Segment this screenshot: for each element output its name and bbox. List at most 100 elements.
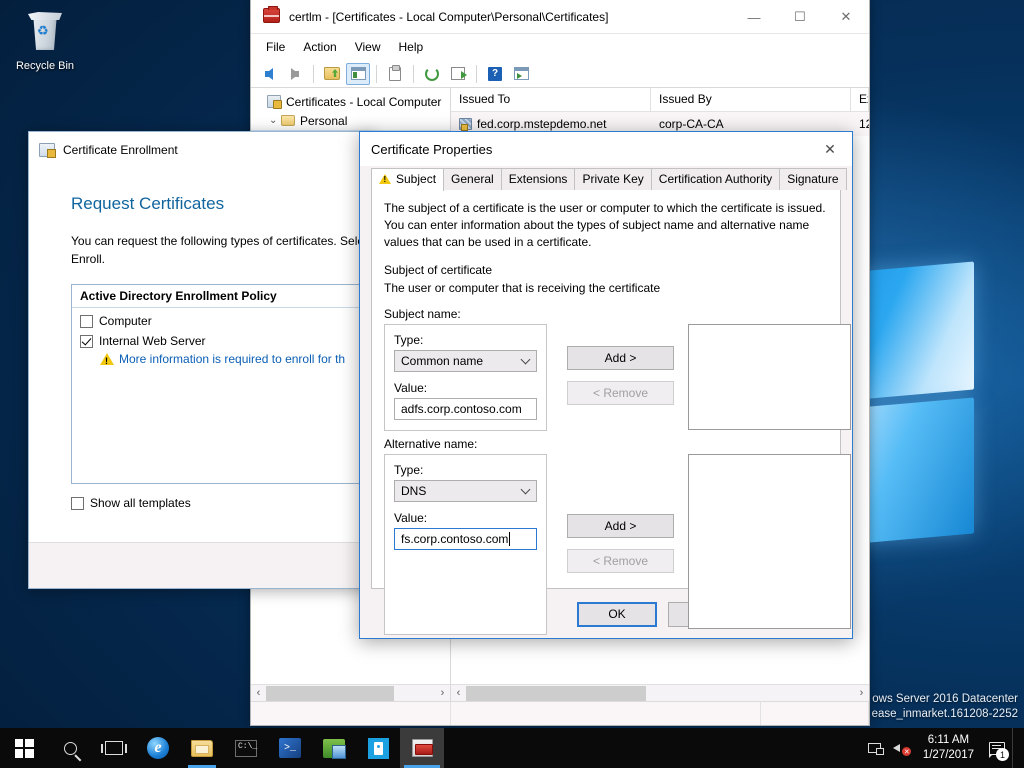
scroll-right-button[interactable]: › <box>854 687 869 699</box>
column-header-expiration[interactable]: Ex <box>851 88 869 111</box>
menu-file[interactable]: File <box>257 37 294 57</box>
powershell-button[interactable]: >_ <box>268 728 312 768</box>
certlm-taskbar-button[interactable] <box>400 728 444 768</box>
checkbox-computer[interactable] <box>80 315 93 328</box>
alternative-name-listbox[interactable] <box>688 454 851 629</box>
certificate-enrollment-window[interactable]: Certificate Enrollment Request Certifica… <box>28 131 373 589</box>
minimize-button[interactable]: — <box>731 0 777 34</box>
tree-item-personal[interactable]: ⌄ Personal <box>251 111 450 130</box>
certlm-toolbar[interactable]: ? <box>251 60 869 88</box>
search-button[interactable] <box>48 728 92 768</box>
subject-value-input[interactable]: adfs.corp.contoso.com <box>394 398 537 420</box>
dialog-titlebar[interactable]: Certificate Properties ✕ <box>360 132 852 166</box>
more-information-link[interactable]: More information is required to enroll f… <box>119 352 345 366</box>
scroll-left-button[interactable]: ‹ <box>451 687 466 699</box>
policy-warning-row[interactable]: More information is required to enroll f… <box>72 348 373 366</box>
forward-arrow-icon[interactable] <box>283 63 307 85</box>
system-tray[interactable]: ✕ 6:11 AM 1/27/2017 1 <box>863 728 1024 768</box>
certificate-icon <box>459 118 472 130</box>
back-arrow-icon[interactable] <box>257 63 281 85</box>
list-horizontal-scrollbar[interactable]: ‹ › <box>451 684 869 701</box>
view-icon[interactable] <box>509 63 533 85</box>
subject-add-button[interactable]: Add > <box>567 346 674 370</box>
start-button[interactable] <box>0 728 48 768</box>
show-hide-tree-icon[interactable] <box>346 63 370 85</box>
scroll-left-button[interactable]: ‹ <box>251 687 266 699</box>
alternative-add-button[interactable]: Add > <box>567 514 674 538</box>
tab-certification-authority[interactable]: Certification Authority <box>651 168 780 190</box>
menu-action[interactable]: Action <box>294 37 345 57</box>
folder-icon <box>281 115 295 126</box>
device-button[interactable] <box>356 728 400 768</box>
policy-item-internal-web-server[interactable]: Internal Web Server i ST <box>72 328 373 348</box>
chevron-down-icon <box>521 484 531 494</box>
show-desktop-button[interactable] <box>1012 728 1020 768</box>
scroll-thumb[interactable] <box>266 686 394 701</box>
alternative-value-input[interactable]: fs.corp.contoso.com <box>394 528 537 550</box>
recycle-bin-label: Recycle Bin <box>8 60 82 72</box>
dialog-tabs[interactable]: Subject General Extensions Private Key C… <box>360 166 852 190</box>
show-all-templates-label: Show all templates <box>90 496 191 510</box>
column-header-issued-to[interactable]: ⌃ Issued To <box>451 88 651 111</box>
recycle-bin-desktop-icon[interactable]: ♻ Recycle Bin <box>8 8 82 72</box>
menu-help[interactable]: Help <box>390 37 433 57</box>
taskbar[interactable]: e C:\_ >_ ✕ 6:11 AM 1/27/2017 1 <box>0 728 1024 768</box>
checkbox-show-all-templates[interactable] <box>71 497 84 510</box>
clock[interactable]: 6:11 AM 1/27/2017 <box>915 733 982 763</box>
notification-center-button[interactable]: 1 <box>982 728 1012 768</box>
enrollment-titlebar[interactable]: Certificate Enrollment <box>29 132 372 168</box>
certlm-titlebar[interactable]: certlm - [Certificates - Local Computer\… <box>251 0 869 34</box>
alternative-name-group: Type: DNS Value: fs.corp.contoso.com <box>384 454 547 635</box>
internet-explorer-button[interactable]: e <box>136 728 180 768</box>
tab-signature[interactable]: Signature <box>779 168 846 190</box>
scroll-thumb[interactable] <box>466 686 646 701</box>
list-header[interactable]: ⌃ Issued To Issued By Ex <box>451 88 869 112</box>
checkbox-internal-web-server[interactable] <box>80 335 93 348</box>
powershell-icon: >_ <box>279 738 301 758</box>
column-header-issued-by[interactable]: Issued By <box>651 88 851 111</box>
tab-extensions[interactable]: Extensions <box>501 168 576 190</box>
task-view-button[interactable] <box>92 728 136 768</box>
column-label: Issued By <box>659 92 712 106</box>
menu-view[interactable]: View <box>346 37 390 57</box>
volume-button[interactable]: ✕ <box>889 728 915 768</box>
policy-item-computer[interactable]: Computer i ST <box>72 308 373 328</box>
close-icon[interactable]: ✕ <box>808 132 852 166</box>
file-explorer-button[interactable] <box>180 728 224 768</box>
help-icon[interactable]: ? <box>483 63 507 85</box>
properties-clipboard-icon[interactable] <box>383 63 407 85</box>
enrollment-footer <box>29 542 372 588</box>
subject-value-label: Value: <box>394 381 537 395</box>
alternative-type-select[interactable]: DNS <box>394 480 537 502</box>
cell-issued-by: corp-CA-CA <box>651 117 851 131</box>
chevron-down-icon <box>521 354 531 364</box>
tab-subject[interactable]: Subject <box>371 168 444 191</box>
command-prompt-button[interactable]: C:\_ <box>224 728 268 768</box>
subject-type-label: Type: <box>394 333 537 347</box>
maximize-button[interactable]: ☐ <box>777 0 823 34</box>
export-list-icon[interactable] <box>446 63 470 85</box>
scroll-right-button[interactable]: › <box>435 687 450 699</box>
certlm-menubar[interactable]: File Action View Help <box>251 34 869 60</box>
clock-date: 1/27/2017 <box>923 748 974 763</box>
subject-name-listbox[interactable] <box>688 324 851 430</box>
scroll-track[interactable] <box>266 685 435 701</box>
enrollment-policy-list[interactable]: Active Directory Enrollment Policy Compu… <box>71 284 373 484</box>
close-button[interactable]: ✕ <box>823 0 869 34</box>
tree-horizontal-scrollbar[interactable]: ‹ › <box>251 684 450 701</box>
show-all-templates-row[interactable]: Show all templates <box>71 496 372 510</box>
up-folder-icon[interactable] <box>320 63 344 85</box>
scroll-track[interactable] <box>466 685 854 701</box>
refresh-icon[interactable] <box>420 63 444 85</box>
network-button[interactable] <box>863 728 889 768</box>
subject-type-select[interactable]: Common name <box>394 350 537 372</box>
certificate-properties-dialog[interactable]: Certificate Properties ✕ Subject General… <box>359 131 853 639</box>
certlm-icon <box>263 8 281 26</box>
column-label: Issued To <box>459 92 510 106</box>
tab-private-key[interactable]: Private Key <box>574 168 651 190</box>
tree-item-certificates-local-computer[interactable]: Certificates - Local Computer <box>251 92 450 111</box>
subject-remove-button[interactable]: < Remove <box>567 381 674 405</box>
alternative-remove-button[interactable]: < Remove <box>567 549 674 573</box>
server-manager-button[interactable] <box>312 728 356 768</box>
tab-general[interactable]: General <box>443 168 502 190</box>
